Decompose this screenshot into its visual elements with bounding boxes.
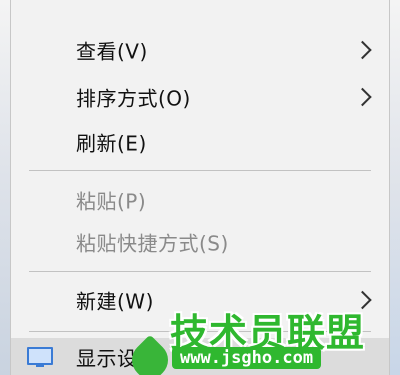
desktop-screen: 查看(V) 排序方式(O) 刷新(E) 粘贴(P) 粘贴快捷方式(S) 新建(W…: [0, 0, 400, 375]
menu-separator: [29, 170, 371, 171]
menu-item-label: 刷新(E): [76, 131, 147, 156]
menu-item-label: 新建(W): [76, 289, 154, 314]
menu-item-refresh[interactable]: 刷新(E): [11, 120, 389, 164]
menu-item-paste[interactable]: 粘贴(P): [11, 178, 389, 222]
menu-item-label: 查看(V): [76, 39, 148, 64]
display-icon: [27, 346, 53, 367]
menu-item-label: 粘贴快捷方式(S): [76, 231, 229, 256]
menu-item-paste-shortcut[interactable]: 粘贴快捷方式(S): [11, 220, 389, 264]
menu-item-view[interactable]: 查看(V): [11, 28, 389, 72]
menu-item-label: 排序方式(O): [76, 86, 191, 111]
watermark-url: www.jsgho.com: [172, 347, 322, 369]
menu-item-label: 显示设: [76, 346, 138, 370]
menu-item-sort-by[interactable]: 排序方式(O): [11, 75, 389, 119]
desktop-background-right: [390, 0, 400, 375]
menu-separator: [29, 271, 371, 272]
chevron-right-icon: [353, 87, 372, 107]
menu-item-label: 粘贴(P): [76, 189, 147, 214]
chevron-right-icon: [353, 40, 372, 60]
desktop-background-left: [0, 0, 10, 375]
